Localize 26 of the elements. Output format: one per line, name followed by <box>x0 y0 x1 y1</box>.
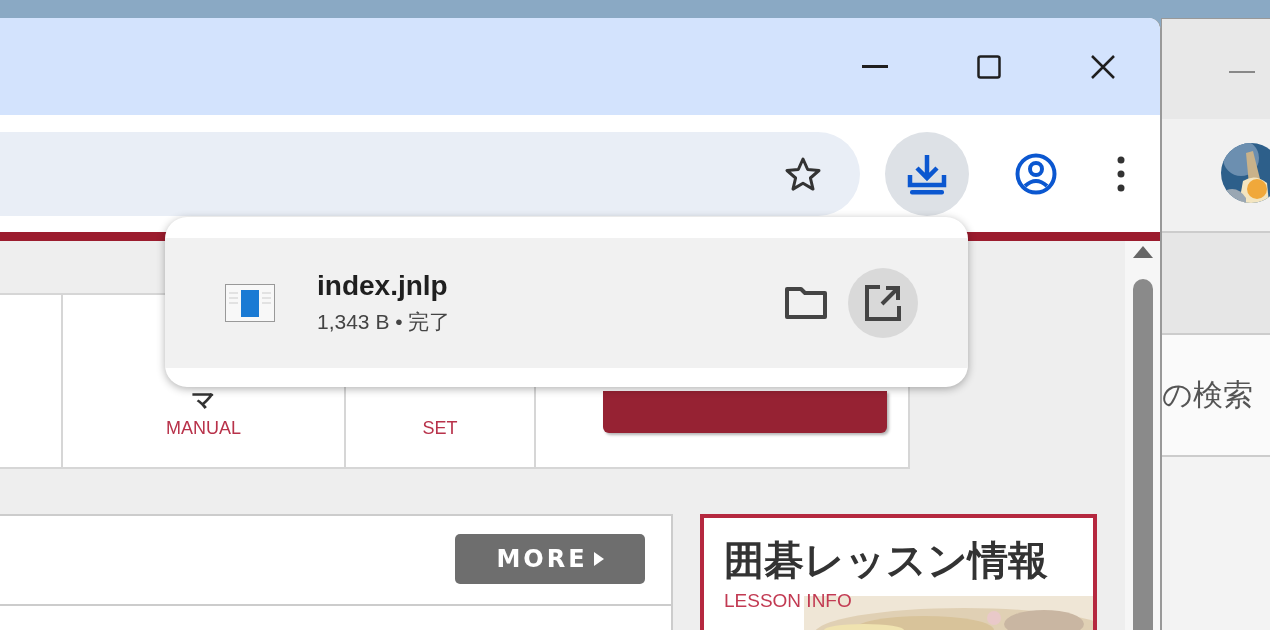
download-icon <box>907 152 947 195</box>
menu-icon <box>1117 155 1125 192</box>
search-row[interactable]: の検索 <box>1162 335 1270 457</box>
close-icon <box>1090 53 1116 80</box>
card-title: 囲碁レッスン情報 <box>724 538 1049 582</box>
file-name: index.jnlp <box>317 270 449 302</box>
download-status: 1,343 B • 完了 <box>317 309 452 335</box>
download-item[interactable]: index.jnlp 1,343 B • 完了 <box>165 238 968 368</box>
folder-icon <box>784 286 828 320</box>
more-button[interactable]: MORE <box>455 534 645 584</box>
search-text: の検索 <box>1162 376 1253 413</box>
scrollbar[interactable] <box>1125 241 1160 630</box>
menu-button[interactable] <box>1117 155 1125 192</box>
open-external-icon <box>864 284 902 322</box>
card-subtitle: LESSON INFO <box>724 590 853 612</box>
show-in-folder-button[interactable] <box>784 286 828 320</box>
triangle-icon <box>593 552 604 566</box>
profile-icon <box>1015 152 1057 195</box>
star-icon <box>784 155 822 192</box>
profile-button[interactable] <box>1015 152 1057 195</box>
minimize-icon <box>862 65 888 68</box>
file-icon <box>225 284 275 322</box>
maximize-icon <box>977 54 1001 79</box>
bookmark-button[interactable] <box>784 155 822 192</box>
scroll-up-icon[interactable] <box>1132 245 1154 259</box>
scrollbar-thumb[interactable] <box>1133 279 1153 630</box>
